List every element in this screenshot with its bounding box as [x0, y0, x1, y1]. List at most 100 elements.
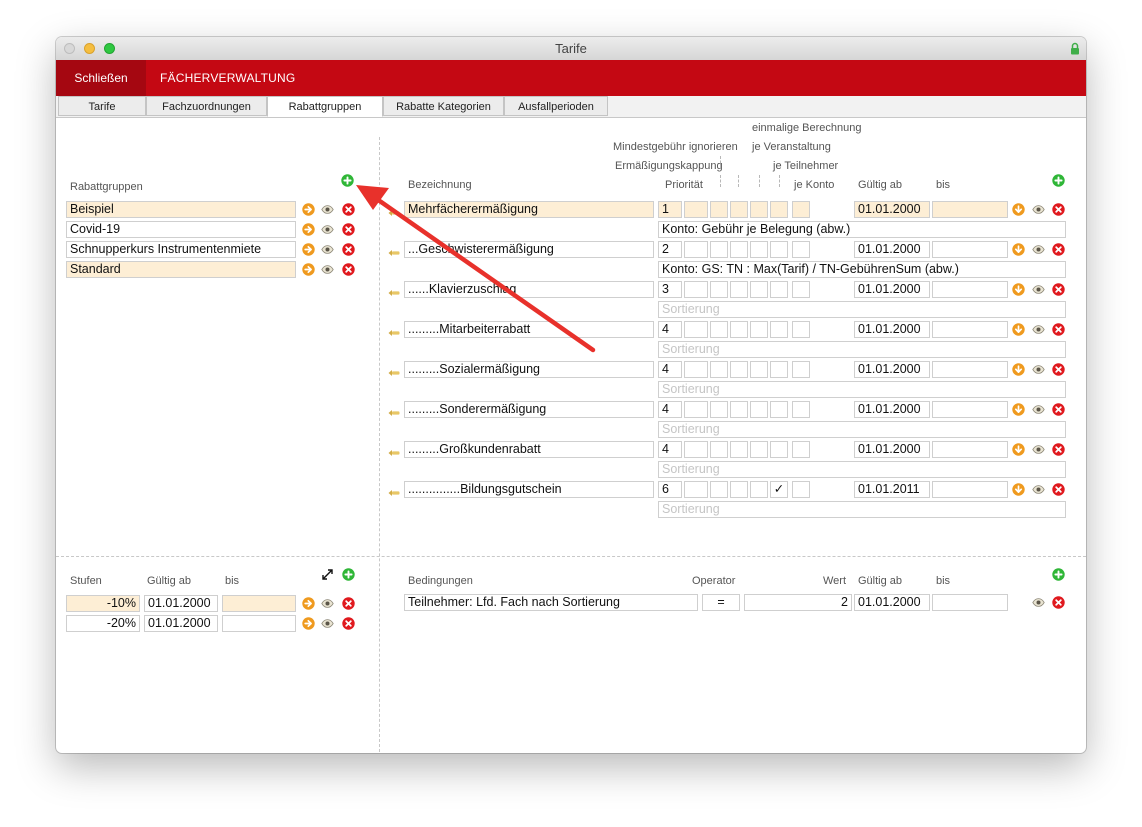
rabatt-sortierung-field[interactable]: Sortierung [658, 421, 1066, 438]
bedingung-gueltig-ab[interactable]: 01.01.2000 [854, 594, 930, 611]
rabatt-ermaessigungskappung-checkbox[interactable] [684, 441, 708, 458]
delete-icon[interactable] [342, 203, 355, 216]
rabatt-sortierung-field[interactable]: Sortierung [658, 461, 1066, 478]
view-eye-icon[interactable] [1032, 363, 1045, 376]
rabatt-bis[interactable] [932, 281, 1008, 298]
rabatt-gueltig-ab[interactable]: 01.01.2000 [854, 361, 930, 378]
stufe-value[interactable]: -10% [66, 595, 140, 612]
rabatt-ermaessigungskappung-checkbox[interactable] [684, 321, 708, 338]
rabatt-prioritaet[interactable]: 6 [658, 481, 682, 498]
view-eye-icon[interactable] [1032, 403, 1045, 416]
rabattgruppe-item[interactable]: Covid-19 [66, 221, 296, 238]
bedingung-operator[interactable]: = [702, 594, 740, 611]
rabatt-je-konto-checkbox[interactable] [792, 281, 810, 298]
rabatt-bis[interactable] [932, 401, 1008, 418]
rabatt-prioritaet[interactable]: 4 [658, 401, 682, 418]
view-eye-icon[interactable] [1032, 283, 1045, 296]
rabatt-je-teilnehmer-checkbox[interactable]: ✓ [770, 481, 788, 498]
view-eye-icon[interactable] [321, 243, 334, 256]
rabatt-einmalige-berechnung-checkbox[interactable] [730, 201, 748, 218]
schliessen-button[interactable]: Schließen [56, 60, 146, 96]
add-bedingung-icon[interactable] [1052, 568, 1065, 581]
rabatt-sortierung-field[interactable]: Sortierung [658, 381, 1066, 398]
rabatt-bis[interactable] [932, 201, 1008, 218]
rabatt-gueltig-ab[interactable]: 01.01.2011 [854, 481, 930, 498]
drag-sort-icon[interactable] [388, 406, 400, 416]
drag-sort-icon[interactable] [388, 446, 400, 456]
rabatt-bis[interactable] [932, 321, 1008, 338]
rabatt-bis[interactable] [932, 481, 1008, 498]
tab-fachzuordnungen[interactable]: Fachzuordnungen [146, 96, 267, 116]
rabatt-je-teilnehmer-checkbox[interactable] [770, 281, 788, 298]
rabatt-je-veranstaltung-checkbox[interactable] [750, 321, 768, 338]
rabatt-mindestgebuehr-ignorieren-checkbox[interactable] [710, 241, 728, 258]
rabatt-je-konto-checkbox[interactable] [792, 241, 810, 258]
rabatt-je-veranstaltung-checkbox[interactable] [750, 281, 768, 298]
move-down-icon[interactable] [1012, 323, 1025, 336]
rabatt-bezeichnung[interactable]: .........Sonderermäßigung [404, 401, 654, 418]
rabatt-je-konto-checkbox[interactable] [792, 321, 810, 338]
bedingung-wert[interactable]: 2 [744, 594, 852, 611]
rabatt-ermaessigungskappung-checkbox[interactable] [684, 481, 708, 498]
go-arrow-icon[interactable] [302, 617, 315, 630]
expand-icon[interactable] [321, 568, 334, 581]
delete-icon[interactable] [342, 243, 355, 256]
drag-sort-icon[interactable] [388, 366, 400, 376]
rabatt-einmalige-berechnung-checkbox[interactable] [730, 441, 748, 458]
rabatt-einmalige-berechnung-checkbox[interactable] [730, 401, 748, 418]
tab-rabattgruppen[interactable]: Rabattgruppen [267, 96, 383, 117]
rabatt-prioritaet[interactable]: 4 [658, 321, 682, 338]
move-down-icon[interactable] [1012, 283, 1025, 296]
go-arrow-icon[interactable] [302, 223, 315, 236]
add-rabatt-icon[interactable] [1052, 174, 1065, 187]
view-eye-icon[interactable] [1032, 203, 1045, 216]
rabatt-je-veranstaltung-checkbox[interactable] [750, 441, 768, 458]
rabatt-je-veranstaltung-checkbox[interactable] [750, 241, 768, 258]
rabatt-je-teilnehmer-checkbox[interactable] [770, 321, 788, 338]
delete-icon[interactable] [342, 223, 355, 236]
stufe-bis[interactable] [222, 615, 296, 632]
rabatt-je-teilnehmer-checkbox[interactable] [770, 401, 788, 418]
view-eye-icon[interactable] [321, 223, 334, 236]
rabatt-ermaessigungskappung-checkbox[interactable] [684, 281, 708, 298]
rabatt-bis[interactable] [932, 361, 1008, 378]
rabatt-bezeichnung[interactable]: .........Mitarbeiterrabatt [404, 321, 654, 338]
drag-sort-icon[interactable] [388, 326, 400, 336]
rabatt-einmalige-berechnung-checkbox[interactable] [730, 321, 748, 338]
rabatt-prioritaet[interactable]: 4 [658, 441, 682, 458]
rabatt-bis[interactable] [932, 441, 1008, 458]
rabatt-je-veranstaltung-checkbox[interactable] [750, 481, 768, 498]
rabatt-je-teilnehmer-checkbox[interactable] [770, 201, 788, 218]
rabatt-bezeichnung[interactable]: ......Klavierzuschlag [404, 281, 654, 298]
drag-sort-icon[interactable] [388, 206, 400, 216]
view-eye-icon[interactable] [321, 263, 334, 276]
bedingung-bis[interactable] [932, 594, 1008, 611]
rabatt-je-veranstaltung-checkbox[interactable] [750, 401, 768, 418]
rabatt-bezeichnung[interactable]: .........Sozialermäßigung [404, 361, 654, 378]
rabatt-je-konto-checkbox[interactable] [792, 201, 810, 218]
delete-icon[interactable] [1052, 363, 1065, 376]
rabatt-mindestgebuehr-ignorieren-checkbox[interactable] [710, 441, 728, 458]
view-eye-icon[interactable] [321, 617, 334, 630]
rabatt-mindestgebuehr-ignorieren-checkbox[interactable] [710, 361, 728, 378]
view-eye-icon[interactable] [1032, 323, 1045, 336]
delete-icon[interactable] [1052, 483, 1065, 496]
rabatt-mindestgebuehr-ignorieren-checkbox[interactable] [710, 321, 728, 338]
stufe-value[interactable]: -20% [66, 615, 140, 632]
delete-icon[interactable] [1052, 596, 1065, 609]
rabatt-prioritaet[interactable]: 4 [658, 361, 682, 378]
move-down-icon[interactable] [1012, 203, 1025, 216]
view-eye-icon[interactable] [1032, 596, 1045, 609]
rabattgruppe-item[interactable]: Beispiel [66, 201, 296, 218]
drag-sort-icon[interactable] [388, 486, 400, 496]
stufe-gueltig-ab[interactable]: 01.01.2000 [144, 615, 218, 632]
rabatt-je-konto-checkbox[interactable] [792, 401, 810, 418]
rabatt-ermaessigungskappung-checkbox[interactable] [684, 361, 708, 378]
rabatt-je-konto-checkbox[interactable] [792, 481, 810, 498]
rabatt-ermaessigungskappung-checkbox[interactable] [684, 401, 708, 418]
delete-icon[interactable] [1052, 443, 1065, 456]
rabatt-gueltig-ab[interactable]: 01.01.2000 [854, 401, 930, 418]
add-rabattgruppe-icon[interactable] [341, 174, 354, 187]
rabatt-je-veranstaltung-checkbox[interactable] [750, 201, 768, 218]
rabatt-bezeichnung[interactable]: Mehrfächerermäßigung [404, 201, 654, 218]
